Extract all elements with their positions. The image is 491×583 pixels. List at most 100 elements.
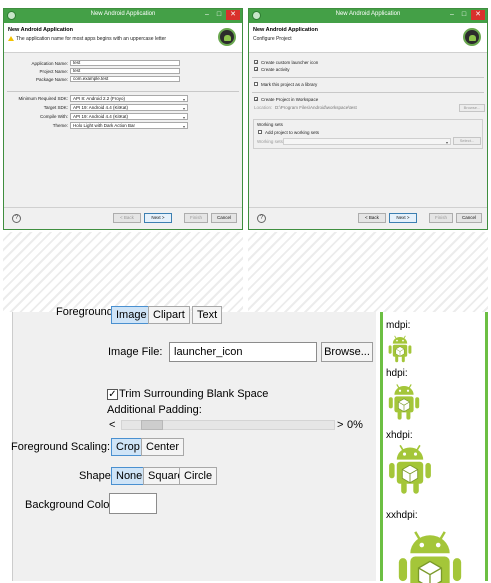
minimize-icon[interactable]: – <box>202 10 212 20</box>
wizard-header: New Android Application The application … <box>4 23 242 53</box>
scaling-center-option[interactable]: Center <box>141 438 185 456</box>
target-sdk-select[interactable]: API 19: Android 4.4 (KitKat) ▾ <box>70 104 188 111</box>
custom-icon-label: Create custom launcher icon <box>261 60 319 65</box>
chevron-down-icon: ▾ <box>182 106 185 111</box>
next-button[interactable]: Next > <box>389 213 417 223</box>
custom-icon-checkbox[interactable]: ✓ <box>254 60 258 65</box>
launcher-icon-options: Foreground: Image Clipart Text Image Fil… <box>11 306 376 581</box>
theme-label: Theme: <box>52 123 68 128</box>
wizard-footer: ? < Back Next > Finish Cancel <box>249 207 487 229</box>
browse-button[interactable]: Browse... <box>321 342 373 362</box>
compile-with-select[interactable]: API 19: Android 4.4 (KitKat) ▾ <box>70 113 188 120</box>
theme-select[interactable]: Holo Light with Dark Action Bar ▾ <box>70 122 188 129</box>
wizard-header-subtitle: Configure Project <box>253 36 292 42</box>
finish-button[interactable]: Finish <box>429 213 453 223</box>
close-icon[interactable]: ✕ <box>471 10 485 20</box>
configure-project-window: New Android Application – □ ✕ New Androi… <box>248 8 488 230</box>
background-color-label: Background Color: <box>25 499 117 511</box>
separator <box>252 77 484 78</box>
target-sdk-value: API 19: Android 4.4 (KitKat) <box>73 105 129 110</box>
chevron-down-icon: ▾ <box>182 97 185 102</box>
back-button[interactable]: < Back <box>358 213 386 223</box>
cancel-button[interactable]: Cancel <box>211 213 237 223</box>
padding-slider-thumb[interactable] <box>141 420 163 430</box>
select-button[interactable]: Select... <box>453 137 481 145</box>
mdpi-label: mdpi: <box>386 320 411 331</box>
target-sdk-label: Target SDK: <box>43 105 68 110</box>
android-badge-icon <box>218 28 236 46</box>
wizard-header: New Android Application Configure Projec… <box>249 23 487 53</box>
foreground-clipart-option[interactable]: Clipart <box>148 306 190 324</box>
create-in-workspace-label: Create Project in Workspace <box>261 97 319 102</box>
android-badge-icon <box>463 28 481 46</box>
chevron-down-icon: ▾ <box>182 115 185 120</box>
create-activity-checkbox[interactable]: ✓ <box>254 67 258 72</box>
maximize-icon[interactable]: □ <box>214 10 224 20</box>
add-to-working-sets-label: Add project to working sets <box>265 130 320 135</box>
padding-label: Additional Padding: <box>107 404 202 416</box>
image-file-input[interactable]: launcher_icon <box>169 342 317 362</box>
cancel-button[interactable]: Cancel <box>456 213 482 223</box>
help-icon[interactable]: ? <box>257 214 266 223</box>
trim-label: Trim Surrounding Blank Space <box>119 388 269 400</box>
separator <box>252 92 484 93</box>
icon-preview-panel: mdpi: hdpi: xhdpi: xxhdpi: <box>380 312 488 583</box>
blank-area <box>248 232 488 312</box>
application-name-label: Application Name: <box>31 61 68 66</box>
image-file-label: Image File: <box>108 346 163 358</box>
hdpi-label: hdpi: <box>386 368 408 379</box>
new-app-wizard-window: New Android Application – □ ✕ New Androi… <box>3 8 243 230</box>
separator <box>7 91 239 92</box>
xxhdpi-label: xxhdpi: <box>386 510 418 521</box>
window-titlebar: New Android Application – □ ✕ <box>4 9 242 23</box>
wizard-header-message: The application name for most apps begin… <box>8 36 166 42</box>
compile-with-value: API 19: Android 4.4 (KitKat) <box>73 114 129 119</box>
scaling-crop-option[interactable]: Crop <box>111 438 145 456</box>
minimize-icon[interactable]: – <box>447 10 457 20</box>
background-color-swatch[interactable] <box>109 493 157 514</box>
padding-value: 0% <box>347 419 363 431</box>
location-value: D:\Program Files\Android\workspace\test <box>275 105 357 110</box>
mark-library-checkbox[interactable] <box>254 82 258 86</box>
package-name-label: Package Name: <box>35 77 68 82</box>
android-icon-xhdpi <box>388 442 432 497</box>
browse-button[interactable]: Browse... <box>459 104 485 112</box>
create-in-workspace-checkbox[interactable]: ✓ <box>254 97 258 102</box>
scaling-label: Foreground Scaling: <box>11 441 111 453</box>
theme-value: Holo Light with Dark Action Bar <box>73 123 136 128</box>
wizard-header-title: New Android Application <box>8 27 73 33</box>
add-to-working-sets-checkbox[interactable] <box>258 130 262 134</box>
close-icon[interactable]: ✕ <box>226 10 240 20</box>
help-icon[interactable]: ? <box>12 214 21 223</box>
project-name-field[interactable]: test <box>70 68 180 74</box>
compile-with-label: Compile With: <box>39 114 68 119</box>
shape-circle-option[interactable]: Circle <box>179 467 218 485</box>
min-sdk-select[interactable]: API 8: Android 2.2 (Froyo) ▾ <box>70 95 188 102</box>
slider-right-arrow[interactable]: > <box>337 419 343 431</box>
slider-left-arrow[interactable]: < <box>109 419 115 431</box>
blank-area <box>3 232 243 312</box>
back-button[interactable]: < Back <box>113 213 141 223</box>
application-name-field[interactable]: test <box>70 60 180 66</box>
foreground-text-option[interactable]: Text <box>192 306 223 324</box>
finish-button[interactable]: Finish <box>184 213 208 223</box>
shape-label: Shape <box>79 470 111 482</box>
trim-checkbox[interactable]: ✓ <box>107 389 118 400</box>
window-titlebar: New Android Application – □ ✕ <box>249 9 487 23</box>
working-sets-title: Working sets <box>257 122 283 127</box>
package-name-field[interactable]: com.example.test <box>70 76 180 82</box>
android-icon-xxhdpi <box>397 527 463 583</box>
working-sets-select[interactable]: ▾ <box>283 138 451 145</box>
working-sets-label: Working sets: <box>257 139 285 144</box>
shape-none-option[interactable]: None <box>111 467 148 485</box>
xhdpi-label: xhdpi: <box>386 430 413 441</box>
maximize-icon[interactable]: □ <box>459 10 469 20</box>
project-name-label: Project Name: <box>39 69 68 74</box>
location-label: Location: <box>254 105 273 110</box>
warning-icon <box>8 36 14 41</box>
foreground-image-option[interactable]: Image <box>111 306 152 324</box>
min-sdk-label: Minimum Required SDK: <box>18 96 68 101</box>
next-button[interactable]: Next > <box>144 213 172 223</box>
chevron-down-icon: ▾ <box>182 124 185 129</box>
chevron-down-icon: ▾ <box>445 140 448 145</box>
